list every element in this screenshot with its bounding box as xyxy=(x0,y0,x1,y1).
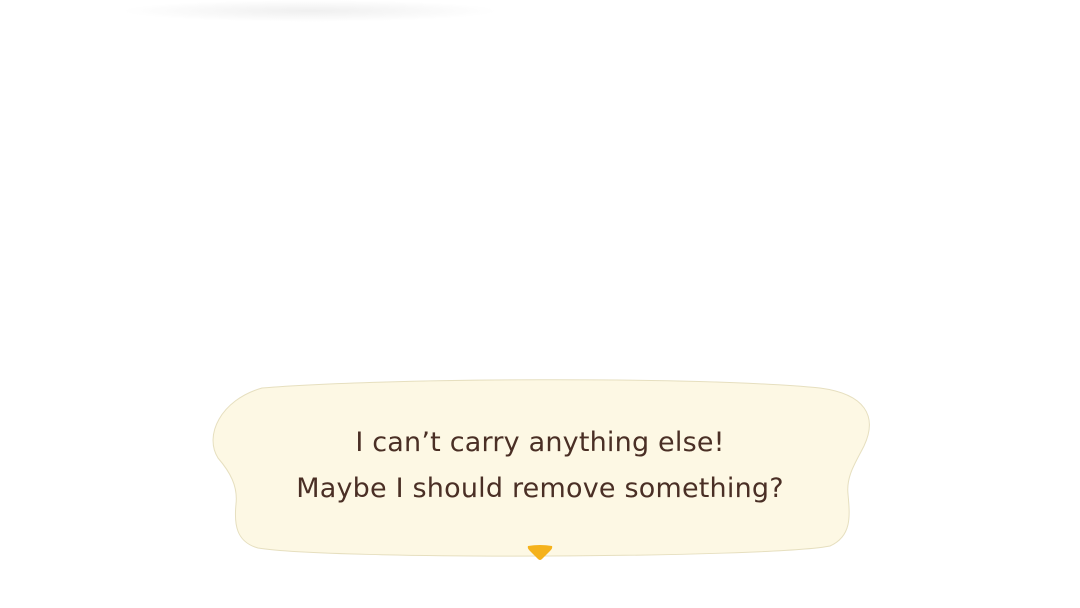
game-scene: I can’t carry anything else! Maybe I sho… xyxy=(0,0,1080,608)
dialogue-box[interactable]: I can’t carry anything else! Maybe I sho… xyxy=(210,376,870,562)
background-smudge xyxy=(120,0,500,22)
dialogue-text: I can’t carry anything else! Maybe I sho… xyxy=(210,420,870,512)
dialogue-line-1: I can’t carry anything else! xyxy=(355,427,725,458)
dialogue-line-2: Maybe I should remove something? xyxy=(296,473,784,504)
triangle-down-icon[interactable] xyxy=(526,544,554,562)
